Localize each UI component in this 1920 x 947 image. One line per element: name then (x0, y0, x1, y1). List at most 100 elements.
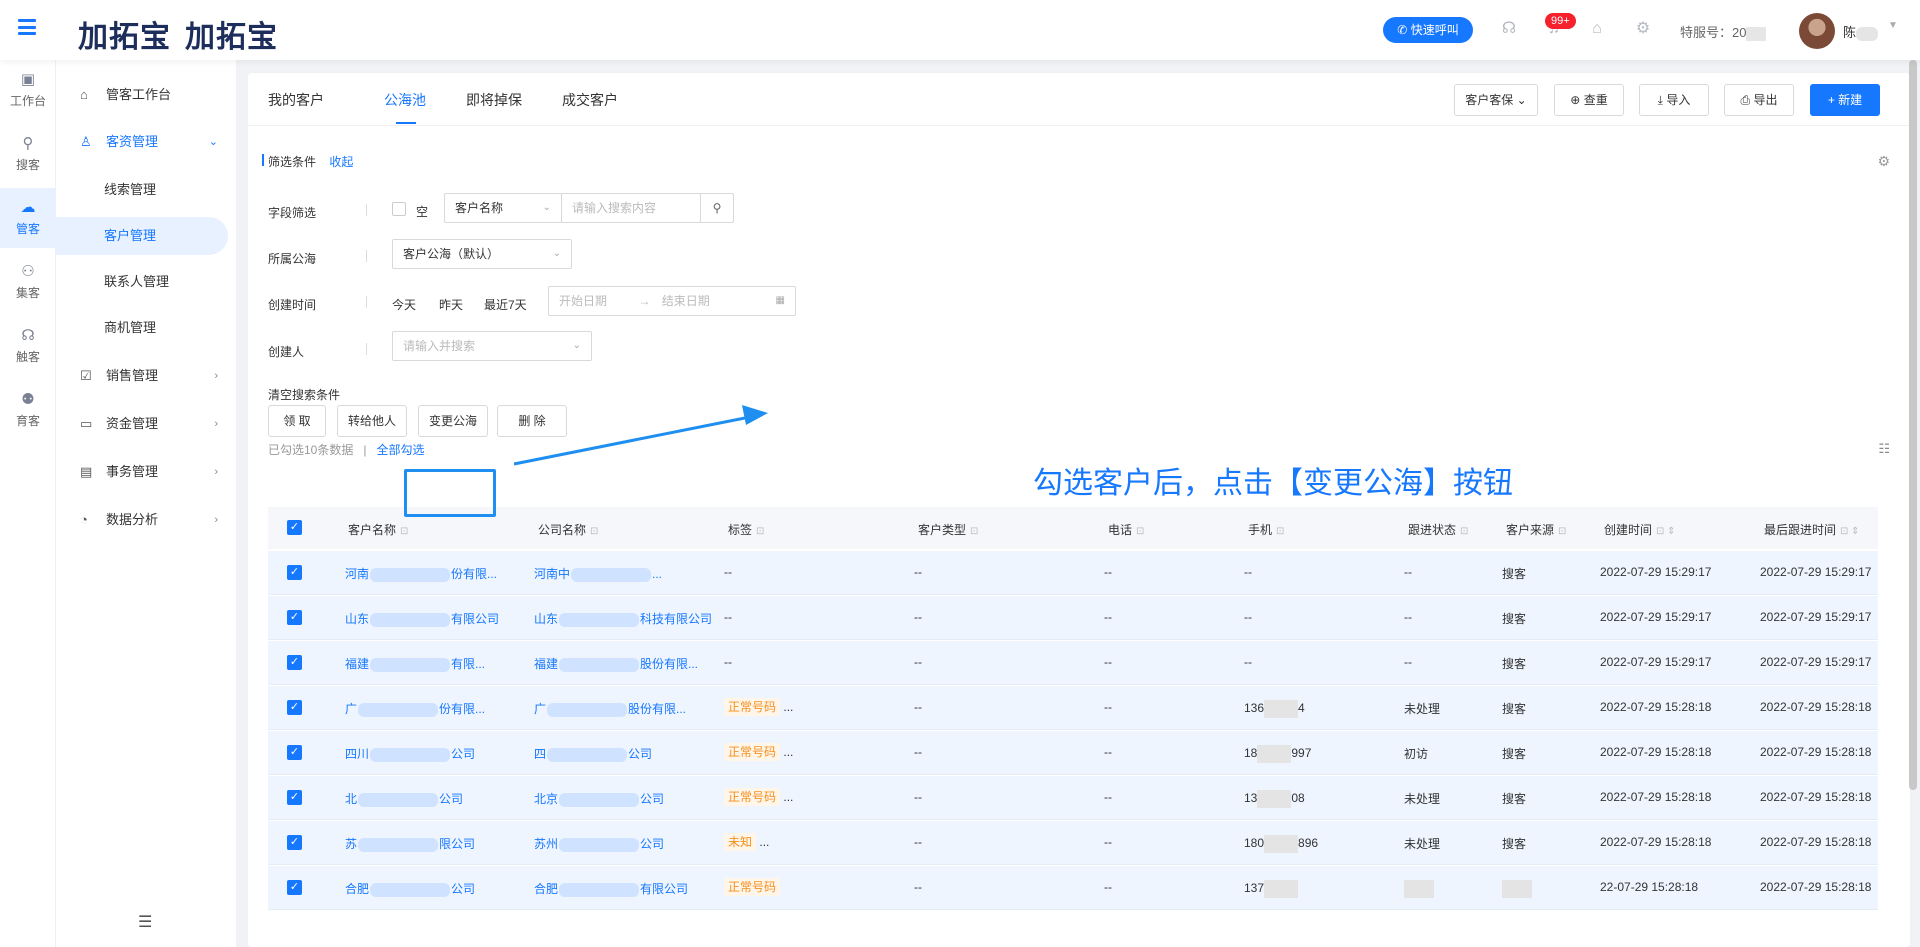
row-checkbox[interactable]: ✓ (287, 700, 302, 715)
menu-toggle-icon[interactable] (18, 19, 36, 35)
company-name-link[interactable]: 山东 科技有限公司 (534, 610, 712, 627)
sidebar-item-leads[interactable]: 线索管理 (56, 171, 228, 209)
customer-guard-dropdown[interactable]: 客户客保 ⌄ (1454, 84, 1538, 116)
search-icon[interactable]: ⚲ (700, 193, 734, 223)
rail-item-nurture-customer[interactable]: ⚉ 育客 (0, 380, 56, 440)
create-button[interactable]: + 新建 (1810, 84, 1880, 116)
company-name-link[interactable]: 河南中... (534, 565, 662, 582)
headset-icon[interactable]: ☊ (1500, 20, 1518, 38)
sidebar-item-customers[interactable]: 客户管理 (56, 217, 228, 255)
dedupe-button[interactable]: ⊕ 查重 (1554, 84, 1624, 116)
sidebar-item-contacts[interactable]: 联系人管理 (56, 263, 228, 301)
top-header: 加拓宝加拓宝 ✆ 快速呼叫 ☊ ♫ 99+ ⌂ ⚙ 特服号：20 陈 ▼ (0, 0, 1920, 60)
column-header[interactable]: 公司名称 ⊡ (538, 521, 598, 538)
company-name-link[interactable]: 四公司 (534, 745, 652, 762)
export-button[interactable]: ⎙ 导出 (1724, 84, 1794, 116)
column-header[interactable]: 最后跟进时间 ⊡ ⇕ (1764, 521, 1860, 538)
chevron-down-icon[interactable]: ▼ (1888, 20, 1898, 31)
row-checkbox[interactable]: ✓ (287, 565, 302, 580)
column-header[interactable]: 标签 ⊡ (728, 521, 764, 538)
field-select[interactable]: 客户名称 ⌄ (444, 193, 562, 223)
sidebar-item-sales[interactable]: ☑ 销售管理 › (56, 356, 236, 396)
tab-public-pool[interactable]: 公海池 (384, 90, 426, 110)
customer-name-link[interactable]: 合肥 公司 (345, 880, 475, 897)
filter-settings-icon[interactable]: ⚙ (1877, 153, 1890, 170)
rail-item-reach-customer[interactable]: ☊ 触客 (0, 316, 56, 376)
column-settings-icon[interactable]: ☷ (1878, 441, 1890, 457)
customer-name-link[interactable]: 山东 有限公司 (345, 610, 499, 627)
avatar[interactable] (1799, 13, 1835, 49)
company-name-link[interactable]: 合肥 有限公司 (534, 880, 688, 897)
empty-checkbox[interactable] (392, 202, 406, 216)
customer-name-link[interactable]: 北公司 (345, 790, 463, 807)
column-header[interactable]: 客户来源 ⊡ (1506, 521, 1566, 538)
company-name-link[interactable]: 北京 公司 (534, 790, 664, 807)
customer-name-link[interactable]: 四川 公司 (345, 745, 475, 762)
company-name-link[interactable]: 苏州 公司 (534, 835, 664, 852)
rail-item-search-customer[interactable]: ⚲ 搜客 (0, 124, 56, 184)
column-header[interactable]: 客户类型 ⊡ (918, 521, 978, 538)
home-icon[interactable]: ⌂ (1588, 20, 1606, 38)
search-input[interactable]: 请输入搜索内容 (561, 193, 701, 223)
company-name-link[interactable]: 广股份有限... (534, 700, 686, 717)
row-checkbox[interactable]: ✓ (287, 835, 302, 850)
rail-item-workbench[interactable]: ▣ 工作台 (0, 60, 56, 120)
sidebar-item-customer-resources[interactable]: ♙ 客资管理 ⌄ (56, 122, 236, 162)
sidebar-item-workbench[interactable]: ⌂ 管客工作台 (56, 75, 236, 115)
clear-filters-link[interactable]: 清空搜索条件 (268, 386, 340, 403)
table-row[interactable]: ✓ 福建 有限... 福建 股份有限... -- -- -- -- -- 搜客 20… (268, 641, 1878, 685)
tab-my-customers[interactable]: 我的客户 (268, 90, 324, 110)
select-all-link[interactable]: 全部勾选 (376, 443, 424, 457)
transfer-button[interactable]: 转给他人 (337, 405, 407, 437)
table-row[interactable]: ✓ 合肥 公司 合肥 有限公司 正常号码 -- -- 137 22-07-29 15… (268, 866, 1878, 910)
sidebar-item-affairs[interactable]: ▤ 事务管理 › (56, 452, 236, 492)
rail-item-gather-customer[interactable]: ⚇ 集客 (0, 252, 56, 312)
tag-cell: 正常号码 ... (724, 698, 793, 716)
username[interactable]: 陈 (1843, 22, 1879, 41)
table-row[interactable]: ✓ 广份有限... 广股份有限... 正常号码 ... -- -- 136 4 未… (268, 686, 1878, 730)
claim-button[interactable]: 领 取 (268, 405, 326, 437)
customer-name-link[interactable]: 广份有限... (345, 700, 485, 717)
quick-call-button[interactable]: ✆ 快速呼叫 (1383, 17, 1473, 43)
table-row[interactable]: ✓ 山东 有限公司 山东 科技有限公司 -- -- -- -- -- 搜客 2022… (268, 596, 1878, 640)
collapse-filter-link[interactable]: 收起 (329, 155, 353, 169)
sidebar-item-analytics[interactable]: ◔ 数据分析 › (56, 500, 236, 540)
date-range-picker[interactable]: 开始日期 → 结束日期 ▦ (548, 286, 796, 316)
last7days-option[interactable]: 最近7天 (484, 296, 527, 313)
tab-deal-customers[interactable]: 成交客户 (562, 90, 618, 110)
column-header[interactable]: 客户名称 ⊡ (348, 521, 408, 538)
page-scrollbar[interactable] (1909, 60, 1917, 790)
rail-item-manage-customer[interactable]: ☁ 管客 (0, 188, 56, 248)
column-header[interactable]: 创建时间 ⊡ ⇕ (1604, 521, 1676, 538)
tab-expiring[interactable]: 即将掉保 (466, 90, 522, 110)
row-checkbox[interactable]: ✓ (287, 745, 302, 760)
column-header[interactable]: 跟进状态 ⊡ (1408, 521, 1468, 538)
customer-name-link[interactable]: 福建 有限... (345, 655, 485, 672)
select-all-checkbox[interactable]: ✓ (287, 520, 302, 535)
table-row[interactable]: ✓ 苏限公司 苏州 公司 未知 ... -- -- 180 896 未处理 搜客 2… (268, 821, 1878, 865)
field-filter-label: 字段筛选 (268, 206, 317, 220)
table-row[interactable]: ✓ 四川 公司 四公司 正常号码 ... -- -- 18 997 初访 搜客 20… (268, 731, 1878, 775)
customer-name-link[interactable]: 苏限公司 (345, 835, 475, 852)
sidebar-item-funds[interactable]: ▭ 资金管理 › (56, 404, 236, 444)
creator-search-select[interactable]: 请输入并搜索 ⌄ (392, 331, 592, 361)
column-header[interactable]: 手机 ⊡ (1248, 521, 1284, 538)
row-checkbox[interactable]: ✓ (287, 655, 302, 670)
collapse-sidebar-icon[interactable]: ☰ (138, 912, 152, 932)
customer-name-link[interactable]: 河南 份有限... (345, 565, 497, 582)
table-row[interactable]: ✓ 河南 份有限... 河南中... -- -- -- -- -- 搜客 2022… (268, 551, 1878, 595)
settings-icon[interactable]: ⚙ (1634, 20, 1652, 38)
sidebar-item-opportunities[interactable]: 商机管理 (56, 309, 228, 347)
column-header[interactable]: 电话 ⊡ (1108, 521, 1144, 538)
delete-button[interactable]: 删 除 (497, 405, 567, 437)
yesterday-option[interactable]: 昨天 (439, 296, 463, 313)
company-name-link[interactable]: 福建 股份有限... (534, 655, 698, 672)
table-row[interactable]: ✓ 北公司 北京 公司 正常号码 ... -- -- 13 08 未处理 搜客 20… (268, 776, 1878, 820)
row-checkbox[interactable]: ✓ (287, 790, 302, 805)
row-checkbox[interactable]: ✓ (287, 610, 302, 625)
pool-select[interactable]: 客户公海（默认） ⌄ (392, 239, 572, 269)
today-option[interactable]: 今天 (392, 296, 416, 313)
change-pool-button[interactable]: 变更公海 (418, 405, 488, 437)
import-button[interactable]: ⤓ 导入 (1639, 84, 1709, 116)
row-checkbox[interactable]: ✓ (287, 880, 302, 895)
